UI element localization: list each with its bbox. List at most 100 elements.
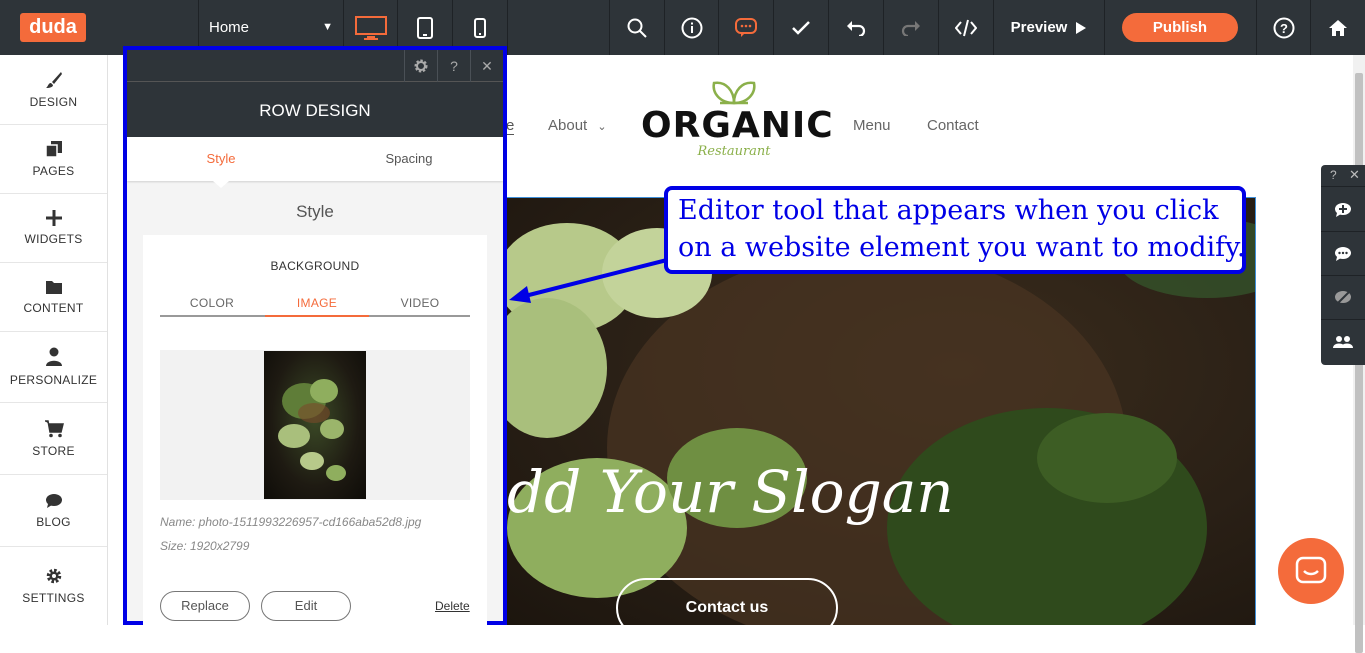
home-icon (1329, 19, 1347, 36)
people-icon (1333, 336, 1353, 348)
page-select-value: Home (209, 19, 250, 36)
collaborators-tool[interactable] (1321, 320, 1365, 364)
undo-icon (847, 20, 866, 36)
add-comment-tool[interactable] (1321, 188, 1365, 232)
check-icon (792, 20, 810, 35)
cart-icon (44, 419, 64, 437)
edit-button[interactable]: Edit (261, 591, 351, 621)
contact-us-button[interactable]: Contact us (616, 578, 838, 625)
close-icon[interactable]: ✕ (1349, 167, 1360, 183)
chevron-down-icon: ⌄ (597, 121, 607, 133)
subtab-active-underline (265, 315, 369, 317)
replace-button[interactable]: Replace (160, 591, 250, 621)
subtab-image[interactable]: IMAGE (265, 296, 369, 310)
sidebar-item-widgets[interactable]: WIDGETS (0, 194, 107, 263)
background-image-preview[interactable] (160, 350, 470, 500)
folder-icon (45, 280, 62, 294)
publish-button[interactable]: Publish (1122, 13, 1238, 42)
tool-strip-header: ? ✕ (1321, 165, 1365, 187)
row-design-panel[interactable]: ? ✕ ROW DESIGN Style Spacing Style BACKG… (123, 46, 507, 630)
sidebar-item-label: WIDGETS (24, 232, 83, 246)
comments-tool[interactable] (1321, 232, 1365, 276)
divider (1104, 0, 1105, 55)
panel-toolbar: ? ✕ (127, 50, 503, 82)
comment-dots-icon (1335, 246, 1351, 261)
sidebar-item-label: SETTINGS (22, 591, 85, 605)
panel-close-button[interactable]: ✕ (470, 50, 503, 82)
callout-line-2: on a website element you want to modify. (678, 232, 1246, 263)
add-comment-icon (1335, 202, 1351, 217)
preview-button[interactable]: Preview (995, 0, 1103, 55)
sidebar-item-personalize[interactable]: PERSONALIZE (0, 332, 107, 403)
right-tool-strip: ? ✕ (1321, 165, 1365, 365)
comment-icon (735, 17, 757, 37)
sidebar-item-label: STORE (32, 443, 75, 458)
sidebar-item-blog[interactable]: BLOG (0, 475, 107, 547)
chat-icon (45, 493, 62, 508)
nav-menu[interactable]: Menu (853, 117, 891, 134)
nav-contact[interactable]: Contact (927, 117, 979, 134)
background-card: BACKGROUND COLOR IMAGE VIDEO Name: photo… (143, 235, 487, 630)
sidebar-item-store[interactable]: STORE (0, 403, 107, 475)
tab-style[interactable]: Style (127, 137, 315, 181)
help-icon[interactable]: ? (1330, 168, 1337, 182)
duda-logo[interactable]: duda (20, 13, 86, 42)
panel-title: ROW DESIGN (127, 82, 503, 137)
panel-tabs: Style Spacing (127, 137, 503, 181)
redo-button[interactable] (884, 0, 938, 55)
callout-line-1: Editor tool that appears when you click (678, 195, 1219, 226)
sidebar-item-content[interactable]: CONTENT (0, 263, 107, 332)
info-icon (681, 17, 702, 38)
section-heading: Style (296, 202, 334, 221)
callout-text: Editor tool that appears when you click … (668, 190, 1246, 270)
check-button[interactable] (774, 0, 828, 55)
tab-spacing[interactable]: Spacing (315, 137, 503, 181)
leaf-logo-icon (712, 81, 756, 105)
sidebar-item-settings[interactable]: SETTINGS (0, 547, 107, 625)
nav-about-label: About (548, 117, 588, 134)
gear-icon (414, 59, 428, 73)
pages-icon (44, 141, 62, 158)
undo-button[interactable] (829, 0, 883, 55)
sidebar-item-label: DESIGN (29, 94, 78, 109)
subtab-video[interactable]: VIDEO (368, 296, 472, 310)
help-button[interactable]: ? (1257, 0, 1310, 55)
hero-slogan[interactable]: dd Your Slogan (507, 458, 954, 526)
subtab-color[interactable]: COLOR (160, 296, 264, 310)
code-icon (955, 19, 977, 36)
search-button[interactable] (610, 0, 664, 55)
active-tab-indicator (213, 181, 229, 188)
help-icon: ? (450, 58, 458, 74)
hide-comments-tool[interactable] (1321, 276, 1365, 320)
sidebar-item-label: PERSONALIZE (9, 373, 98, 387)
left-sidebar: DESIGN PAGES WIDGETS CONTENT PERSONALIZE… (0, 55, 108, 625)
callout-arrow (509, 258, 668, 303)
support-chat-button[interactable] (1278, 538, 1344, 604)
home-button[interactable] (1311, 0, 1365, 55)
comments-button[interactable] (719, 0, 773, 55)
tablet-icon (417, 16, 433, 39)
code-button[interactable] (939, 0, 993, 55)
panel-settings-button[interactable] (404, 50, 437, 82)
site-logo[interactable]: ORGANIC Restaurant (641, 77, 833, 172)
nav-about[interactable]: About ⌄ (548, 117, 607, 134)
help-icon: ? (1273, 17, 1294, 38)
divider (993, 0, 994, 55)
redo-icon (901, 20, 920, 36)
nav-home-partial[interactable]: e (506, 117, 515, 135)
plus-icon (45, 210, 62, 226)
sidebar-item-design[interactable]: DESIGN (0, 55, 107, 125)
file-size: Size: 1920x2799 (160, 539, 250, 553)
close-icon: ✕ (481, 57, 493, 74)
info-button[interactable] (665, 0, 718, 55)
person-icon (45, 347, 62, 366)
panel-help-button[interactable]: ? (437, 50, 470, 82)
svg-text:?: ? (1280, 21, 1288, 36)
delete-link[interactable]: Delete (435, 599, 470, 613)
site-logo-subtitle: Restaurant (697, 144, 771, 159)
divider (507, 0, 508, 55)
file-name: Name: photo-1511993226957-cd166aba52d8.j… (160, 515, 422, 529)
mobile-icon (474, 17, 486, 38)
desktop-icon (354, 15, 387, 40)
sidebar-item-pages[interactable]: PAGES (0, 125, 107, 194)
